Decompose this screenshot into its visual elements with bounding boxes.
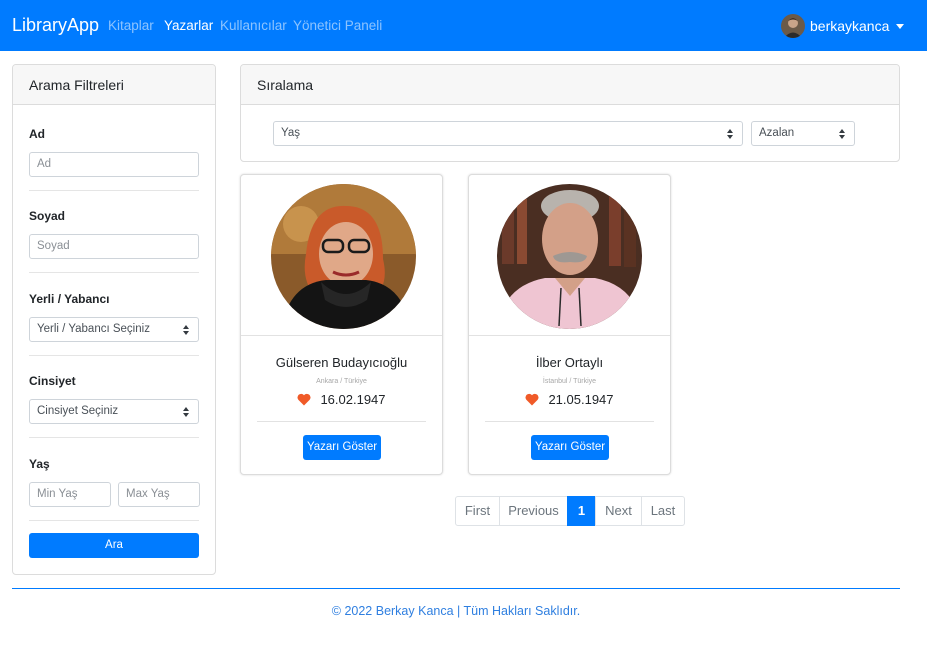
author-name: İlber Ortaylı <box>535 355 604 370</box>
age-label: Yaş <box>29 457 50 471</box>
search-button[interactable]: Ara <box>29 533 199 558</box>
nav-link-kullanicilar[interactable]: Kullanıcılar <box>220 18 287 33</box>
name-input[interactable]: Ad <box>29 152 199 177</box>
nav-link-yonetici-paneli[interactable]: Yönetici Paneli <box>293 18 382 33</box>
sorting-panel-title: Sıralama <box>241 65 899 105</box>
divider <box>29 520 199 521</box>
min-age-input[interactable]: Min Yaş <box>29 482 111 507</box>
divider <box>257 421 426 422</box>
gender-select-value: Cinsiyet Seçiniz <box>37 405 119 417</box>
show-author-button[interactable]: Yazarı Göster <box>531 435 609 460</box>
sort-order-select[interactable]: Azalan <box>751 121 855 146</box>
select-arrows-icon <box>183 407 189 417</box>
sort-field-select[interactable]: Yaş <box>273 121 743 146</box>
page-first-button[interactable]: First <box>455 496 500 526</box>
user-menu[interactable]: berkaykanca <box>781 14 905 38</box>
nav-link-kitaplar[interactable]: Kitaplar <box>108 18 154 33</box>
select-arrows-icon <box>839 129 845 139</box>
author-birth: 21.05.1947 <box>469 392 670 407</box>
author-birth: 16.02.1947 <box>241 392 442 407</box>
author-card: İlber Ortaylı İstanbul / Türkiye 21.05.1… <box>468 174 671 475</box>
nav-link-yazarlar[interactable]: Yazarlar <box>164 18 213 33</box>
author-birth-date: 21.05.1947 <box>548 392 614 407</box>
select-arrows-icon <box>183 325 189 335</box>
author-card: Gülseren Budayıcıoğlu Ankara / Türkiye 1… <box>240 174 443 475</box>
divider <box>29 190 199 191</box>
username: berkaykanca <box>810 18 890 34</box>
author-birth-date: 16.02.1947 <box>320 392 386 407</box>
divider <box>29 355 199 356</box>
author-photo <box>497 184 642 329</box>
surname-input[interactable]: Soyad <box>29 234 199 259</box>
pagination: First Previous 1 Next Last <box>455 496 685 526</box>
page-current-button[interactable]: 1 <box>567 496 596 526</box>
footer-divider <box>12 588 900 589</box>
author-place: İstanbul / Türkiye <box>542 378 597 385</box>
filter-panel: Arama Filtreleri Ad Ad Soyad Soyad Yerli… <box>12 64 216 575</box>
page-previous-button[interactable]: Previous <box>499 496 568 526</box>
origin-select[interactable]: Yerli / Yabancı Seçiniz <box>29 317 199 342</box>
sort-order-value: Azalan <box>759 127 795 139</box>
top-navbar: LibraryApp Kitaplar Yazarlar Kullanıcıla… <box>0 0 927 51</box>
divider <box>29 272 199 273</box>
brand-logo[interactable]: LibraryApp <box>12 15 99 36</box>
avatar <box>781 14 805 38</box>
author-name: Gülseren Budayıcıoğlu <box>275 355 408 370</box>
sorting-panel: Sıralama Yaş Azalan <box>240 64 900 162</box>
max-age-input[interactable]: Max Yaş <box>118 482 200 507</box>
show-author-button[interactable]: Yazarı Göster <box>303 435 381 460</box>
heart-icon <box>525 393 539 406</box>
author-place: Ankara / Türkiye <box>316 378 367 385</box>
author-photo <box>271 184 416 329</box>
card-divider <box>241 335 442 336</box>
page-last-button[interactable]: Last <box>641 496 685 526</box>
name-label: Ad <box>29 127 45 141</box>
chevron-down-icon <box>896 23 905 29</box>
card-divider <box>469 335 670 336</box>
divider <box>485 421 654 422</box>
heart-icon <box>297 393 311 406</box>
origin-label: Yerli / Yabancı <box>29 292 110 306</box>
sort-field-value: Yaş <box>281 127 300 139</box>
divider <box>29 437 199 438</box>
gender-label: Cinsiyet <box>29 374 76 388</box>
surname-label: Soyad <box>29 209 66 223</box>
gender-select[interactable]: Cinsiyet Seçiniz <box>29 399 199 424</box>
filter-panel-title: Arama Filtreleri <box>13 65 215 105</box>
origin-select-value: Yerli / Yabancı Seçiniz <box>37 323 150 335</box>
footer-text: © 2022 Berkay Kanca | Tüm Hakları Saklıd… <box>331 604 581 618</box>
page-next-button[interactable]: Next <box>595 496 642 526</box>
select-arrows-icon <box>727 129 733 139</box>
